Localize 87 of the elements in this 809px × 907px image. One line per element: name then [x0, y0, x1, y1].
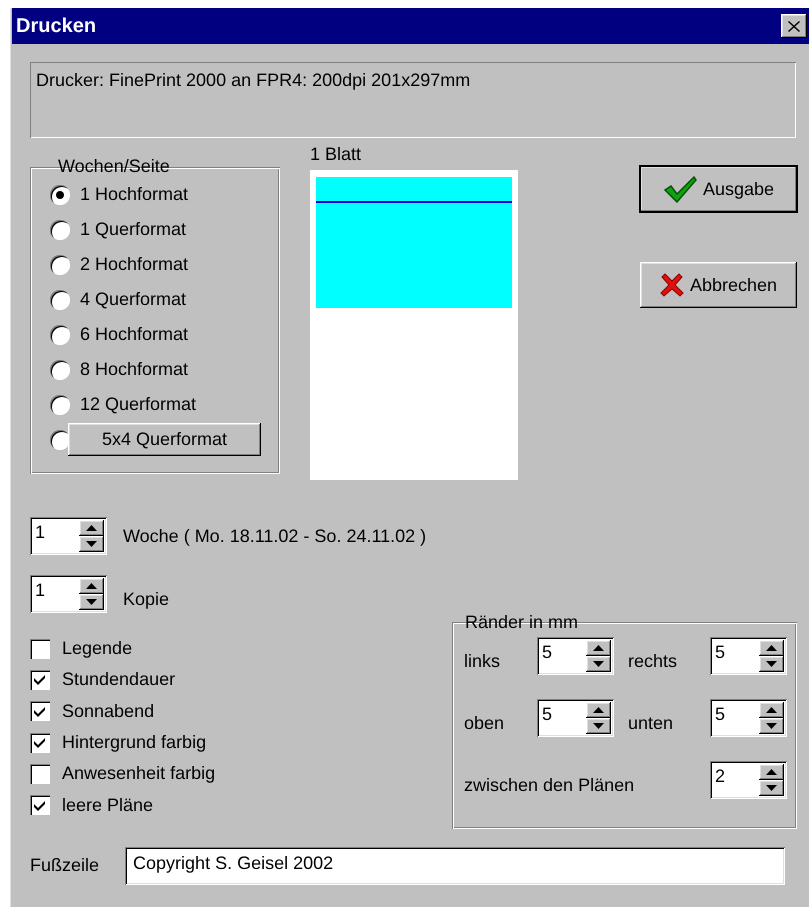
margin-label: links	[464, 651, 502, 672]
checkmark-icon	[662, 175, 697, 203]
down-arrow-icon	[86, 541, 97, 547]
checkmark-icon	[34, 674, 46, 686]
spin-up-button[interactable]	[759, 764, 784, 780]
footer-label: Fußzeile	[30, 855, 100, 876]
cross-icon	[660, 273, 684, 297]
spin-down-button[interactable]	[79, 536, 104, 552]
up-arrow-icon	[766, 644, 777, 651]
week-label: Woche ( Mo. 18.11.02 - So. 24.11.02 )	[123, 526, 426, 546]
down-arrow-icon	[86, 599, 97, 605]
checkbox-label[interactable]: Legende	[62, 638, 132, 660]
radio-button[interactable]	[50, 360, 70, 380]
up-arrow-icon	[86, 525, 97, 531]
checkmark-icon	[34, 800, 46, 811]
spin-box[interactable]: 5	[710, 636, 787, 675]
spin-box[interactable]: 2	[710, 760, 787, 799]
radio-label[interactable]: 1 Querformat	[80, 219, 186, 240]
down-arrow-icon	[766, 660, 777, 667]
margin-label: oben	[464, 713, 506, 734]
checkmark-icon	[34, 737, 46, 748]
footer-input[interactable]: Copyright S. Geisel 2002	[125, 846, 786, 885]
checkmark-icon	[34, 706, 46, 717]
spin-down-button[interactable]	[586, 656, 611, 672]
radio-label[interactable]: 8 Hochformat	[80, 359, 188, 380]
cancel-button[interactable]: Abbrechen	[640, 262, 797, 308]
spin-box[interactable]: 5	[537, 698, 614, 737]
close-button[interactable]	[781, 14, 807, 38]
down-arrow-icon	[766, 784, 777, 791]
spin-up-button[interactable]	[759, 640, 784, 656]
spin-down-button[interactable]	[759, 656, 784, 672]
spin-up-button[interactable]	[79, 520, 104, 536]
close-icon	[788, 20, 800, 32]
checkbox-label[interactable]: Anwesenheit farbig	[62, 763, 216, 784]
checkbox[interactable]	[30, 764, 50, 784]
checkbox-label[interactable]: Sonnabend	[62, 700, 154, 722]
spin-up-button[interactable]	[586, 640, 611, 656]
window-title: Drucken	[16, 14, 96, 38]
radio-button[interactable]	[50, 430, 70, 450]
spin-down-button[interactable]	[759, 780, 784, 796]
down-arrow-icon	[593, 660, 604, 667]
radio-button[interactable]	[50, 290, 70, 310]
spin-down-button[interactable]	[79, 594, 104, 610]
radio-button[interactable]	[50, 184, 70, 204]
copies-label: Kopie	[123, 588, 170, 610]
down-arrow-icon	[766, 722, 777, 729]
spin-up-button[interactable]	[759, 702, 784, 718]
spin-box[interactable]: 5	[537, 636, 614, 675]
margin-label: zwischen den Plänen	[464, 775, 636, 796]
print-button[interactable]: Ausgabe	[640, 166, 797, 212]
radio-label[interactable]: 6 Hochformat	[80, 324, 188, 345]
checkbox[interactable]	[30, 795, 50, 816]
spin-down-button[interactable]	[759, 718, 784, 734]
spin-up-button[interactable]	[79, 578, 104, 594]
up-arrow-icon	[86, 583, 97, 589]
checkbox-label[interactable]: leere Pläne	[62, 794, 154, 816]
spin-down-button[interactable]	[586, 718, 611, 734]
checkbox[interactable]	[30, 732, 50, 753]
layout-button[interactable]: 5x4 Querformat	[68, 423, 261, 456]
radio-button[interactable]	[50, 254, 70, 274]
spin-up-button[interactable]	[586, 702, 611, 718]
checkbox-label[interactable]: Stundendauer	[62, 669, 176, 690]
preview-label: 1 Blatt	[310, 144, 362, 165]
spin-box[interactable]: 5	[710, 698, 787, 737]
radio-button[interactable]	[50, 394, 70, 414]
radio-button[interactable]	[50, 220, 70, 240]
spin-box[interactable]: 1	[30, 517, 107, 555]
checkbox[interactable]	[30, 670, 50, 690]
checkbox[interactable]	[30, 638, 50, 659]
radio-label[interactable]: 4 Querformat	[80, 289, 186, 310]
radio-label[interactable]: 12 Querformat	[80, 394, 196, 415]
radio-button[interactable]	[50, 324, 70, 344]
radio-label[interactable]: 1 Hochformat	[80, 184, 188, 205]
radio-label[interactable]: 2 Hochformat	[80, 254, 188, 275]
group-label: Wochen/Seite	[57, 156, 171, 177]
printer-info: Drucker: FinePrint 2000 an FPR4: 200dpi 201x297mm	[30, 62, 796, 138]
up-arrow-icon	[593, 706, 604, 713]
down-arrow-icon	[593, 722, 604, 729]
spin-box[interactable]: 1	[30, 575, 107, 613]
margin-label: unten	[628, 713, 674, 734]
up-arrow-icon	[766, 706, 777, 713]
margin-label: rechts	[628, 651, 678, 672]
up-arrow-icon	[593, 644, 604, 651]
checkbox[interactable]	[30, 701, 50, 722]
checkbox-label[interactable]: Hintergrund farbig	[62, 732, 206, 754]
group-label: Ränder in mm	[464, 612, 580, 633]
up-arrow-icon	[766, 768, 777, 775]
